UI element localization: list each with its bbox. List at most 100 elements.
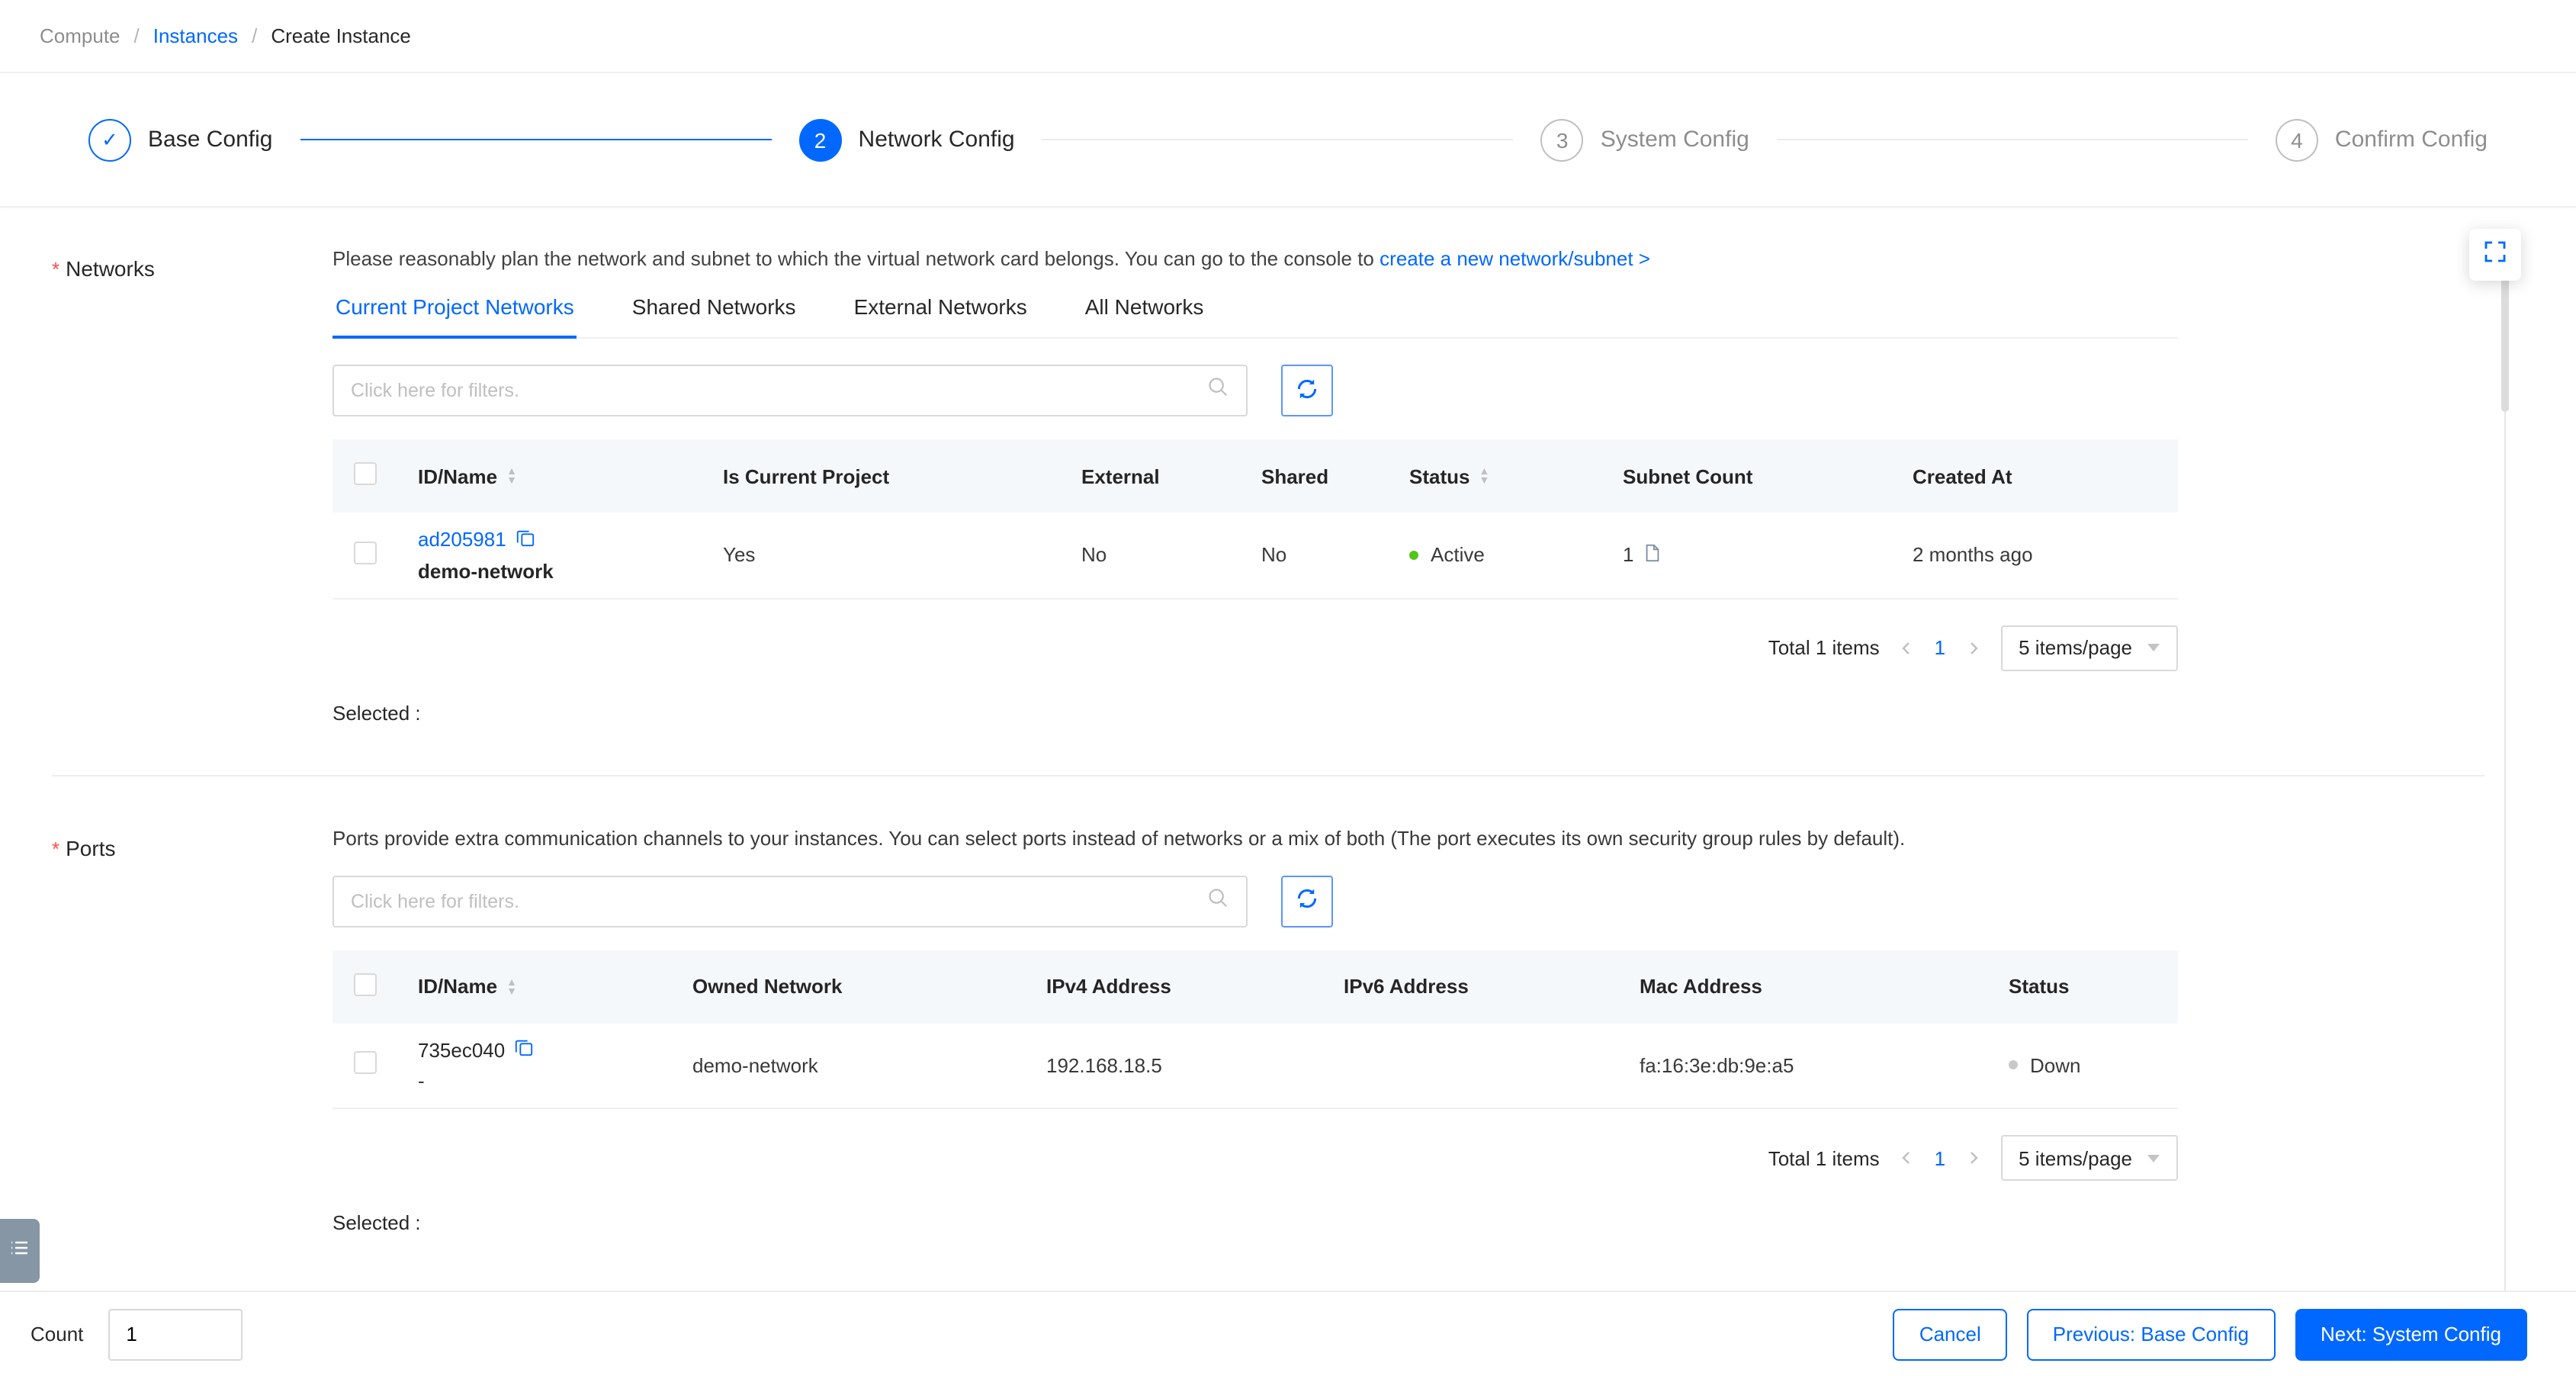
sync-icon: [1295, 886, 1319, 915]
network-table-row: ad205981 demo-network Yes No No Active 1…: [332, 513, 2178, 599]
sort-carets-icon[interactable]: ▲ ▼: [1479, 467, 1489, 487]
cell-ipv4: 192.168.18.5: [1046, 1053, 1162, 1077]
ports-field-content: Ports provide extra communication channe…: [332, 826, 2178, 1234]
expand-panel-button[interactable]: [2469, 229, 2521, 281]
step-number: 2: [798, 118, 842, 161]
column-header-id-name: ID/Name: [418, 465, 498, 487]
chevron-left-icon[interactable]: [1900, 640, 1915, 655]
networks-field-label: * Networks: [52, 247, 332, 724]
column-header-ipv6: IPv6 Address: [1344, 975, 1469, 998]
status-dot: [1409, 550, 1418, 560]
networks-refresh-button[interactable]: [1281, 365, 1333, 416]
sort-carets-icon[interactable]: ▲ ▼: [506, 977, 517, 997]
cell-shared: No: [1261, 543, 1287, 567]
tab-shared-networks[interactable]: Shared Networks: [629, 281, 799, 337]
network-id-link[interactable]: ad205981: [418, 529, 506, 551]
sort-carets-icon[interactable]: ▲ ▼: [506, 467, 517, 487]
networks-notice-text: Please reasonably plan the network and s…: [332, 247, 1374, 270]
next-step-button[interactable]: Next: System Config: [2295, 1308, 2527, 1360]
footer-bar: Count Cancel Previous: Base Config Next:…: [0, 1291, 2576, 1376]
ports-filter-input-wrapper: [332, 875, 1248, 927]
chevron-right-icon[interactable]: [1965, 640, 1980, 655]
step-label: System Config: [1600, 127, 1749, 153]
section-divider: [52, 774, 2484, 776]
networks-selected-label: Selected :: [332, 701, 421, 724]
networks-filter-row: [332, 365, 2178, 416]
breadcrumb-instances[interactable]: Instances: [153, 24, 238, 47]
create-network-link[interactable]: create a new network/subnet >: [1380, 247, 1650, 270]
chevron-down-icon: [2147, 644, 2160, 651]
column-header-subnet-count: Subnet Count: [1623, 465, 1753, 487]
column-header-is-current-project: Is Current Project: [723, 465, 890, 487]
networks-filter-input[interactable]: [351, 380, 1206, 401]
copy-icon[interactable]: [514, 1038, 534, 1063]
column-header-id-name: ID/Name: [418, 975, 498, 998]
step-network-config[interactable]: 2 Network Config: [798, 118, 1015, 161]
step-base-config[interactable]: ✓ Base Config: [88, 118, 272, 161]
column-header-shared: Shared: [1261, 465, 1329, 487]
networks-page-size-value: 5 items/page: [2019, 636, 2132, 659]
required-mark: *: [52, 258, 60, 281]
column-header-mac: Mac Address: [1640, 975, 1762, 998]
step-system-config[interactable]: 3 System Config: [1540, 118, 1749, 161]
ports-page-1[interactable]: 1: [1935, 1146, 1945, 1169]
cancel-button[interactable]: Cancel: [1893, 1308, 2007, 1360]
breadcrumb-separator: /: [133, 24, 140, 47]
ports-table: ID/Name ▲ ▼ Owned Network IPv4 Address IPv…: [332, 950, 2178, 1109]
drawer-handle[interactable]: [0, 1219, 40, 1283]
ports-total-items: Total 1 items: [1768, 1146, 1880, 1169]
search-icon[interactable]: [1206, 886, 1229, 916]
ports-filter-input[interactable]: [351, 890, 1206, 911]
networks-label-text: Networks: [66, 256, 155, 281]
page: Compute / Instances / Create Instance ✓ …: [0, 0, 2576, 1376]
status-dot: [2009, 1060, 2018, 1070]
copy-icon[interactable]: [516, 528, 535, 552]
networks-section: * Networks Please reasonably plan the net…: [52, 247, 2576, 724]
ports-pagination: Total 1 items 1 5 items/page: [332, 1135, 2178, 1181]
step-connector: [1042, 139, 1514, 140]
step-number: 3: [1540, 118, 1584, 161]
ports-select-all-checkbox[interactable]: [354, 973, 377, 995]
cell-external: No: [1081, 543, 1107, 567]
tab-all-networks[interactable]: All Networks: [1082, 281, 1207, 337]
chevron-right-icon[interactable]: [1965, 1150, 1980, 1165]
networks-select-all-checkbox[interactable]: [354, 462, 377, 485]
column-header-external: External: [1081, 465, 1160, 487]
port-id: 735ec040: [418, 1038, 506, 1062]
step-confirm-config[interactable]: 4 Confirm Config: [2275, 118, 2488, 161]
networks-field-content: Please reasonably plan the network and s…: [332, 247, 2178, 724]
network-name: demo-network: [418, 559, 554, 583]
previous-step-button[interactable]: Previous: Base Config: [2026, 1308, 2275, 1360]
breadcrumb-separator: /: [252, 24, 258, 47]
networks-page-size-select[interactable]: 5 items/page: [2000, 625, 2178, 670]
list-icon: [9, 1236, 31, 1265]
file-icon[interactable]: [1643, 543, 1662, 567]
networks-page-1[interactable]: 1: [1935, 636, 1945, 659]
tab-current-project-networks[interactable]: Current Project Networks: [332, 281, 577, 339]
breadcrumb-create-instance: Create Instance: [271, 24, 411, 47]
networks-filter-input-wrapper: [332, 365, 1248, 416]
tab-external-networks[interactable]: External Networks: [851, 281, 1030, 337]
search-icon[interactable]: [1206, 375, 1229, 406]
ports-filter-row: [332, 875, 2178, 927]
column-header-ipv4: IPv4 Address: [1046, 975, 1171, 998]
port-row-checkbox[interactable]: [354, 1051, 377, 1075]
required-mark: *: [52, 837, 60, 860]
ports-table-header-row: ID/Name ▲ ▼ Owned Network IPv4 Address IPv…: [332, 950, 2178, 1023]
ports-refresh-button[interactable]: [1281, 875, 1333, 927]
networks-table-header-row: ID/Name ▲ ▼ Is Current Project External Sh…: [332, 439, 2178, 513]
ports-page-size-select[interactable]: 5 items/page: [2000, 1135, 2178, 1181]
count-input[interactable]: [108, 1308, 243, 1360]
network-row-checkbox[interactable]: [354, 541, 377, 564]
network-tabs: Current Project Networks Shared Networks…: [332, 281, 2178, 339]
breadcrumb-compute[interactable]: Compute: [40, 24, 120, 47]
cell-owned-network: demo-network: [692, 1053, 818, 1077]
ports-label-text: Ports: [66, 835, 116, 860]
column-header-created-at: Created At: [1913, 465, 2012, 487]
column-header-status: Status: [1409, 465, 1470, 487]
chevron-left-icon[interactable]: [1900, 1150, 1915, 1165]
cell-mac: fa:16:3e:db:9e:a5: [1640, 1053, 1794, 1077]
step-connector: [300, 139, 772, 140]
subnet-count-value: 1: [1623, 543, 1634, 567]
expand-icon: [2483, 239, 2507, 271]
